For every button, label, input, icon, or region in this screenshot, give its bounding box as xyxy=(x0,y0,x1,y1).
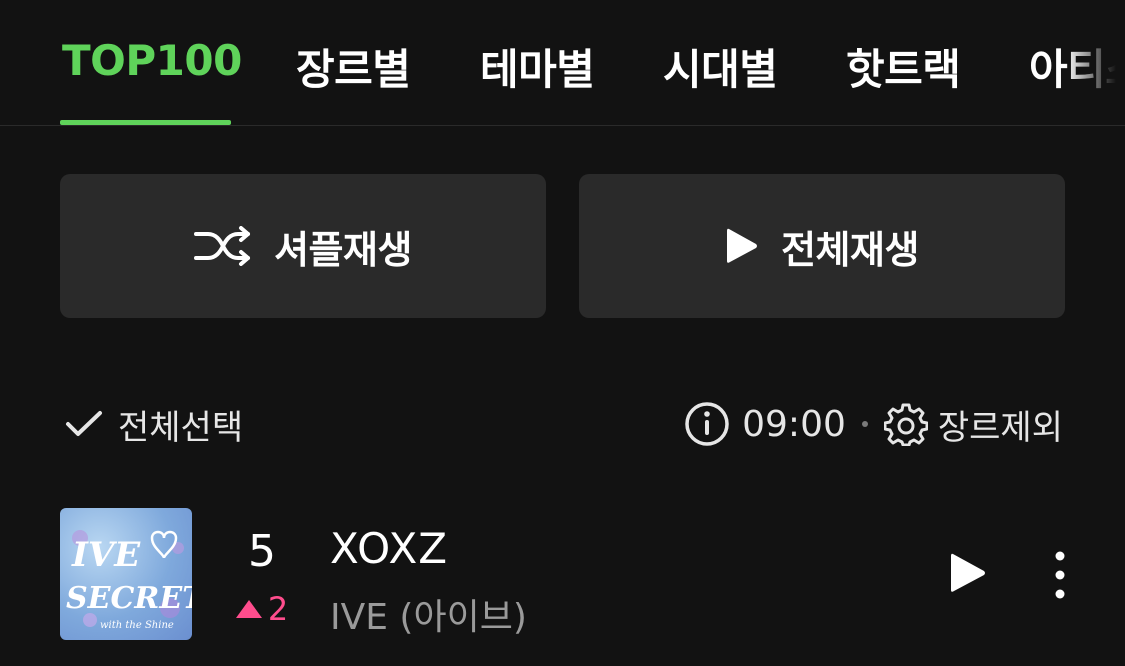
chart-tab-bar: TOP100 장르별 테마별 시대별 핫트랙 아티스 xyxy=(0,0,1125,126)
tab-top100[interactable]: TOP100 xyxy=(62,36,242,85)
svg-text:SECRET: SECRET xyxy=(66,581,192,616)
chart-update-time: 09:00 xyxy=(742,403,846,445)
more-vertical-icon[interactable] xyxy=(1050,550,1070,604)
gear-icon[interactable] xyxy=(883,402,928,446)
rank-change-value: 2 xyxy=(267,590,289,628)
play-all-label: 전체재생 xyxy=(781,227,919,272)
svg-text:with the Shine: with the Shine xyxy=(100,620,174,631)
check-icon xyxy=(64,409,104,439)
tab-hot-track[interactable]: 핫트랙 xyxy=(846,36,961,97)
select-all-toggle[interactable]: 전체선택 xyxy=(64,398,243,450)
select-all-label: 전체선택 xyxy=(118,407,244,448)
play-all-button[interactable]: 전체재생 xyxy=(579,174,1065,318)
svg-text:IVE: IVE xyxy=(71,535,141,575)
rank-up-icon xyxy=(235,600,262,618)
exclude-genre-button[interactable]: 장르제외 xyxy=(938,400,1063,449)
chart-rank: 5 xyxy=(248,526,276,577)
tab-theme[interactable]: 테마별 xyxy=(480,36,595,97)
song-row[interactable]: IVE SECRET with the Shine 5 2 XOXZ IVE (… xyxy=(0,506,1125,646)
active-tab-indicator xyxy=(60,120,231,125)
play-icon[interactable] xyxy=(948,550,988,600)
tab-overflow-fade xyxy=(1065,20,1125,110)
info-icon[interactable] xyxy=(684,401,730,447)
chart-tools: 09:00 장르제외 xyxy=(684,398,1063,450)
shuffle-play-label: 셔플재생 xyxy=(274,227,412,272)
shuffle-icon xyxy=(194,226,252,266)
tab-era[interactable]: 시대별 xyxy=(663,36,778,97)
play-icon xyxy=(725,226,759,266)
chart-screen: TOP100 장르별 테마별 시대별 핫트랙 아티스 셔플재생 전체재생 xyxy=(0,0,1125,666)
separator-dot xyxy=(861,421,868,427)
song-title[interactable]: XOXZ xyxy=(330,524,448,573)
album-art[interactable]: IVE SECRET with the Shine xyxy=(60,508,192,640)
shuffle-play-button[interactable]: 셔플재생 xyxy=(60,174,546,318)
rank-change: 2 xyxy=(222,590,302,628)
song-artist[interactable]: IVE (아이브) xyxy=(330,588,527,640)
tab-genre[interactable]: 장르별 xyxy=(296,36,411,97)
